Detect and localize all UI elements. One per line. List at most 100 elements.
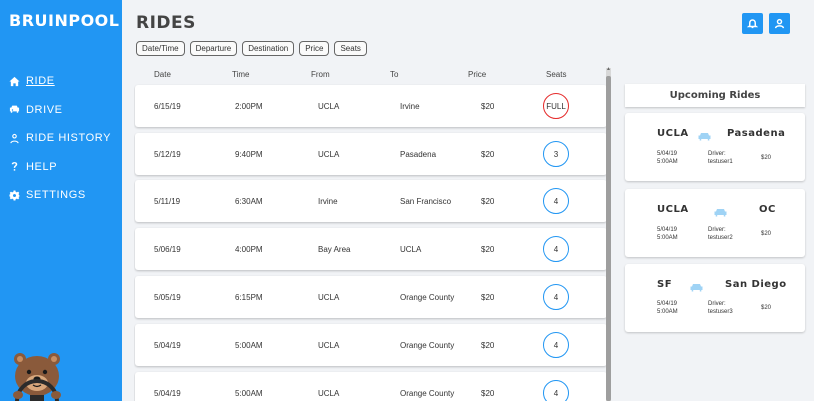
upcoming-ride-card[interactable]: SF San Diego 5/04/19 5:00AM Driver: test… [625,264,805,332]
ride-price: $20 [481,150,495,159]
ride-to: San Francisco [400,197,452,206]
card-from: UCLA [657,128,689,139]
filter-price[interactable]: Price [299,41,330,56]
column-seats: Seats [546,70,567,79]
car-icon [714,204,727,222]
filter-seats[interactable]: Seats [334,41,367,56]
gear-icon [8,189,20,201]
table-scrollbar-thumb[interactable] [606,76,611,401]
card-time: 5:00AM [657,159,678,165]
sidebar-item-label: RIDE [26,75,55,88]
ride-to: Irvine [400,102,420,111]
bear-mascot-icon [13,353,61,401]
ride-from: Bay Area [318,245,351,254]
table-row[interactable]: 6/15/19 2:00PM UCLA Irvine $20 FULL [135,85,607,127]
seats-available-badge: 4 [543,380,569,401]
ride-to: UCLA [400,245,422,254]
table-row[interactable]: 5/06/19 4:00PM Bay Area UCLA $20 4 [135,228,607,270]
seats-available-badge: 3 [543,141,569,167]
filter-date-time[interactable]: Date/Time [136,41,185,56]
ride-time: 6:15PM [235,293,263,302]
ride-from: Irvine [318,197,338,206]
ride-from: UCLA [318,150,340,159]
sidebar-item-drive[interactable]: DRIVE [0,96,122,125]
car-icon [690,279,703,297]
scroll-up-arrow-icon[interactable]: ▲ [606,66,611,72]
sidebar: BRUINPOOL RIDE DRIVE RIDE HISTORY HELP S… [0,0,122,401]
ride-to: Orange County [400,341,455,350]
ride-price: $20 [481,245,495,254]
question-icon [8,161,20,173]
sidebar-item-ride-history[interactable]: RIDE HISTORY [0,124,122,153]
ride-date: 5/11/19 [154,197,181,206]
sidebar-item-settings[interactable]: SETTINGS [0,181,122,210]
card-price: $20 [761,305,772,311]
sidebar-item-label: RIDE HISTORY [26,132,112,145]
table-header: Date Time From To Price Seats [134,64,604,84]
upcoming-ride-card[interactable]: UCLA OC 5/04/19 5:00AM Driver: testuser2… [625,189,805,257]
card-driver-name: testuser1 [708,159,733,165]
filter-departure[interactable]: Departure [189,41,238,56]
card-price: $20 [761,155,772,161]
card-from: UCLA [657,204,689,215]
upcoming-rides-title: Upcoming Rides [625,84,805,107]
ride-from: UCLA [318,341,340,350]
seats-available-badge: 4 [543,284,569,310]
ride-date: 5/04/19 [154,341,181,350]
sidebar-nav: RIDE DRIVE RIDE HISTORY HELP SETTINGS [0,67,122,210]
ride-time: 5:00AM [235,341,263,350]
seats-available-badge: 4 [543,188,569,214]
seats-available-badge: 4 [543,332,569,358]
sidebar-item-label: DRIVE [26,103,63,116]
sidebar-item-help[interactable]: HELP [0,153,122,182]
table-row[interactable]: 5/04/19 5:00AM UCLA Orange County $20 4 [135,324,607,366]
seats-full-badge: FULL [543,93,569,119]
table-row[interactable]: 5/04/19 5:00AM UCLA Orange County $20 4 [135,372,607,401]
column-time: Time [232,70,250,79]
car-icon [698,128,711,146]
table-row[interactable]: 5/12/19 9:40PM UCLA Pasadena $20 3 [135,133,607,175]
card-to: OC [759,204,776,215]
brand-logo[interactable]: BRUINPOOL [9,11,119,30]
ride-date: 5/05/19 [154,293,181,302]
ride-time: 4:00PM [235,245,263,254]
ride-date: 6/15/19 [154,102,181,111]
card-to: Pasadena [727,128,786,139]
table-row[interactable]: 5/05/19 6:15PM UCLA Orange County $20 4 [135,276,607,318]
home-icon [8,75,20,87]
card-driver-label: Driver: [708,151,726,157]
card-driver-name: testuser3 [708,309,733,315]
sidebar-item-ride[interactable]: RIDE [0,67,122,96]
user-icon [8,132,20,144]
ride-from: UCLA [318,102,340,111]
column-date: Date [154,70,171,79]
car-icon [8,104,20,116]
bell-icon [747,19,758,29]
ride-to: Orange County [400,389,455,398]
ride-from: UCLA [318,293,340,302]
ride-to: Pasadena [400,150,437,159]
card-price: $20 [761,231,772,237]
ride-date: 5/04/19 [154,389,181,398]
card-date: 5/04/19 [657,151,678,157]
table-row[interactable]: 5/11/19 6:30AM Irvine San Francisco $20 … [135,180,607,222]
ride-time: 5:00AM [235,389,263,398]
column-price: Price [468,70,487,79]
ride-price: $20 [481,293,495,302]
card-driver-label: Driver: [708,227,726,233]
card-to: San Diego [725,279,787,290]
ride-time: 9:40PM [235,150,263,159]
card-date: 5/04/19 [657,227,678,233]
ride-time: 2:00PM [235,102,263,111]
ride-price: $20 [481,341,495,350]
card-driver-name: testuser2 [708,235,733,241]
profile-button[interactable] [769,13,790,34]
notifications-button[interactable] [742,13,763,34]
card-from: SF [657,279,673,290]
filter-destination[interactable]: Destination [242,41,295,56]
ride-date: 5/12/19 [154,150,181,159]
ride-date: 5/06/19 [154,245,181,254]
sort-filters: Date/Time Departure Destination Price Se… [136,41,367,56]
card-time: 5:00AM [657,235,678,241]
upcoming-ride-card[interactable]: UCLA Pasadena 5/04/19 5:00AM Driver: tes… [625,113,805,181]
